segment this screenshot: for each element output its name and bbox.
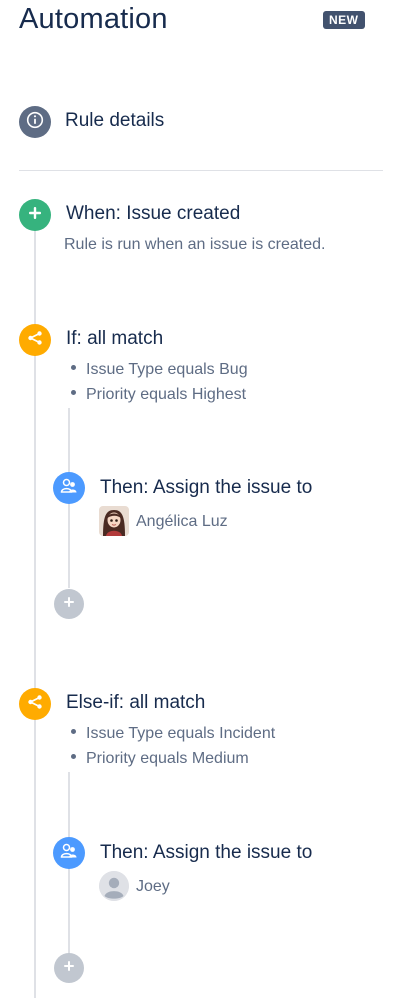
condition-item: Priority equals Medium — [71, 750, 249, 768]
condition-item: Issue Type equals Bug — [71, 361, 248, 379]
if-condition-node[interactable] — [19, 324, 51, 356]
branch-icon — [26, 329, 44, 352]
add-action-button[interactable] — [54, 953, 84, 983]
else-if-condition-node[interactable] — [19, 688, 51, 720]
add-icon — [63, 595, 75, 613]
divider — [19, 170, 383, 171]
info-icon — [26, 111, 44, 134]
condition-item: Priority equals Highest — [71, 386, 246, 404]
avatar — [99, 506, 129, 536]
rule-details-label[interactable]: Rule details — [65, 110, 164, 132]
assign-action-title[interactable]: Then: Assign the issue to — [100, 477, 312, 499]
plus-icon — [28, 206, 42, 225]
rule-details-button[interactable] — [19, 106, 51, 138]
assign-user-icon — [59, 841, 79, 866]
add-action-button[interactable] — [54, 589, 84, 619]
new-badge: NEW — [323, 11, 365, 29]
condition-item: Issue Type equals Incident — [71, 725, 275, 743]
page-title: Automation — [19, 3, 168, 35]
assignee-name: Joey — [136, 878, 170, 895]
else-if-condition-title[interactable]: Else-if: all match — [66, 692, 205, 714]
if-condition-title[interactable]: If: all match — [66, 328, 163, 350]
assign-action-node[interactable] — [53, 472, 85, 504]
assign-action-node[interactable] — [53, 837, 85, 869]
branch-icon — [26, 693, 44, 716]
assignee-name: Angélica Luz — [136, 513, 228, 530]
trigger-title[interactable]: When: Issue created — [66, 203, 240, 225]
default-avatar-icon — [99, 871, 129, 901]
trigger-node[interactable] — [19, 199, 51, 231]
assign-user-icon — [59, 476, 79, 501]
add-icon — [63, 959, 75, 977]
assign-action-title[interactable]: Then: Assign the issue to — [100, 842, 312, 864]
trigger-description: Rule is run when an issue is created. — [64, 236, 326, 253]
